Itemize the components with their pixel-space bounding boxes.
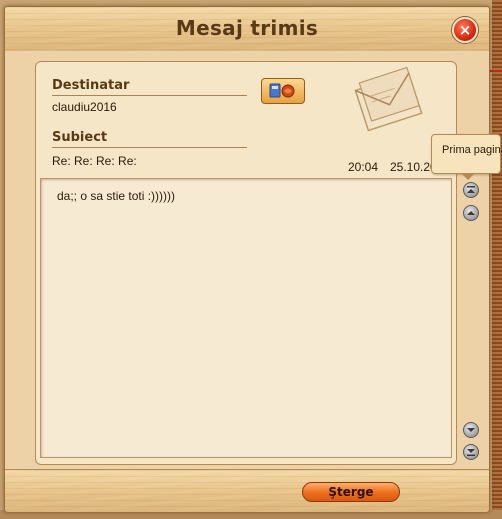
message-dialog: Mesaj trimis × Destinatar claudiu2016 Su… (4, 6, 502, 512)
subject-divider (52, 147, 247, 148)
scroll-down-button[interactable] (463, 422, 479, 438)
address-book-button[interactable] (261, 78, 305, 104)
background-edge (492, 0, 502, 519)
first-page-icon (467, 186, 475, 193)
dialog-title: Mesaj trimis (175, 16, 319, 40)
subject-label: Subiect (52, 130, 108, 145)
address-book-icon (269, 83, 295, 98)
dialog-footer: Şterge (5, 469, 489, 512)
close-button[interactable]: × (452, 17, 478, 43)
background-line (488, 70, 502, 72)
envelope-icon (354, 66, 423, 132)
close-icon: × (458, 20, 472, 39)
scroll-first-button[interactable] (463, 182, 479, 198)
recipient-divider (52, 95, 247, 96)
message-panel: Destinatar claudiu2016 Subiect Re: Re: R… (35, 61, 457, 465)
subject-value: Re: Re: Re: Re: (52, 154, 137, 168)
recipient-label: Destinatar (52, 78, 130, 93)
message-time: 20:04 (348, 160, 379, 174)
last-page-icon (467, 449, 475, 456)
recipient-value[interactable]: claudiu2016 (52, 100, 117, 114)
dialog-titlebar: Mesaj trimis × (5, 7, 489, 52)
message-text: da;; o sa stie toti :)))))) (57, 189, 176, 203)
message-body[interactable]: da;; o sa stie toti :)))))) (40, 178, 452, 458)
scroll-up-button[interactable] (463, 205, 479, 221)
tooltip-text: Prima pagină (442, 144, 502, 156)
tooltip-pointer (461, 173, 475, 180)
scroll-up-icon (467, 211, 475, 215)
delete-button[interactable]: Şterge (302, 482, 400, 502)
scroll-last-button[interactable] (463, 444, 479, 460)
scroll-down-icon (467, 428, 475, 432)
first-page-tooltip: Prima pagină (431, 134, 502, 174)
